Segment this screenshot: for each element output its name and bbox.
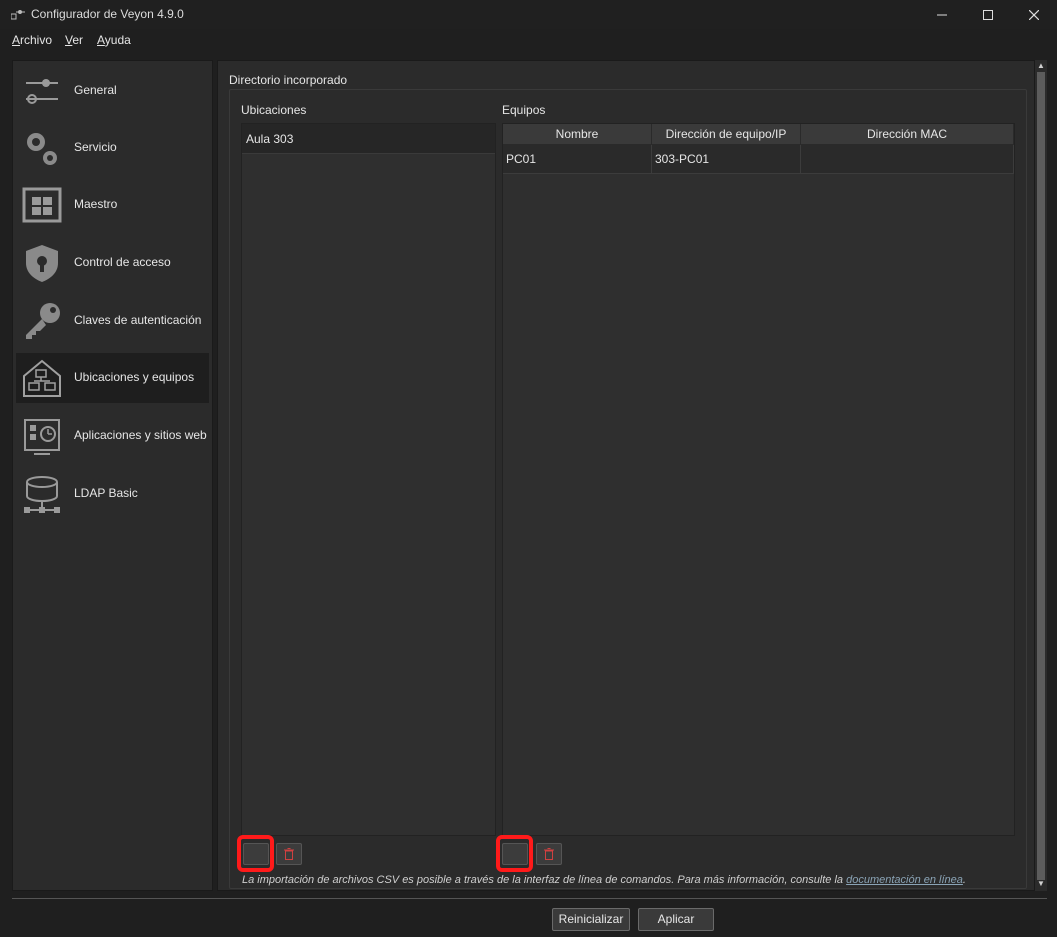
trash-icon	[544, 848, 554, 860]
documentation-link[interactable]: documentación en línea	[846, 874, 963, 886]
sidebar-item-claves[interactable]: Claves de autenticación	[16, 296, 209, 346]
vertical-scrollbar[interactable]: ▲ ▼	[1035, 60, 1047, 891]
sidebar-item-label: Control de acceso	[74, 255, 171, 269]
menu-ayuda-accel: A	[97, 33, 105, 47]
grid-window-icon	[22, 187, 62, 223]
sidebar-item-label: Ubicaciones y equipos	[74, 370, 195, 384]
menu-bar: Archivo Ver Ayuda	[0, 29, 1057, 53]
menu-ver[interactable]: Ver	[65, 33, 83, 47]
highlight-marker	[496, 835, 533, 872]
key-icon	[26, 303, 60, 339]
highlight-marker	[237, 835, 274, 872]
column-header-direccion-mac[interactable]: Dirección MAC	[801, 124, 1014, 145]
sidebar-item-control-acceso[interactable]: Control de acceso	[16, 238, 209, 288]
gears-icon	[27, 133, 57, 165]
menu-archivo-rest: rchivo	[20, 33, 53, 47]
column-header-direccion-ip[interactable]: Dirección de equipo/IP	[652, 124, 801, 145]
csv-import-note: La importación de archivos CSV es posibl…	[242, 874, 966, 886]
sidebar-item-label: Servicio	[74, 140, 117, 154]
locations-list[interactable]: Aula 303	[241, 123, 496, 836]
sliders-icon	[26, 79, 58, 104]
computers-label: Equipos	[502, 103, 546, 117]
table-cell-nombre[interactable]: PC01	[503, 145, 652, 174]
sidebar-item-general[interactable]: General	[16, 66, 209, 116]
column-header-nombre[interactable]: Nombre	[503, 124, 652, 145]
menu-archivo-accel: A	[12, 33, 21, 47]
csv-note-end: .	[962, 874, 966, 886]
sidebar-item-label: Claves de autenticación	[74, 313, 202, 327]
house-computers-icon	[23, 359, 61, 397]
reset-button[interactable]: Reinicializar	[552, 908, 630, 931]
menu-ver-rest: er	[72, 33, 84, 47]
table-cell-direccion-ip[interactable]: 303-PC01	[652, 145, 801, 174]
divider	[12, 898, 1047, 899]
csv-note-text: La importación de archivos CSV es posibl…	[242, 874, 847, 886]
scroll-thumb[interactable]	[1037, 72, 1045, 880]
sidebar-item-ldap[interactable]: LDAP Basic	[16, 469, 209, 519]
window-title: Configurador de Veyon 4.9.0	[31, 7, 184, 21]
menu-archivo[interactable]: Archivo	[12, 33, 52, 47]
computers-table[interactable]: Nombre Dirección de equipo/IP Dirección …	[502, 123, 1015, 836]
title-bar: Configurador de Veyon 4.9.0	[0, 0, 1057, 29]
maximize-icon[interactable]	[965, 0, 1011, 29]
sidebar-item-label: Maestro	[74, 197, 118, 211]
shield-lock-icon	[26, 245, 58, 282]
sidebar-item-aplicaciones[interactable]: Aplicaciones y sitios web	[16, 411, 209, 461]
sidebar: General Servicio Maestro Control de acce…	[12, 60, 213, 891]
remove-location-button[interactable]	[276, 843, 302, 865]
database-network-icon	[24, 476, 60, 513]
trash-icon	[284, 848, 294, 860]
minimize-icon[interactable]	[919, 0, 965, 29]
list-item[interactable]: Aula 303	[242, 124, 495, 154]
sidebar-item-maestro[interactable]: Maestro	[16, 180, 209, 230]
menu-ayuda-rest: yuda	[104, 33, 131, 47]
locations-label: Ubicaciones	[241, 103, 307, 117]
apply-button[interactable]: Aplicar	[638, 908, 714, 931]
scroll-up-icon[interactable]: ▲	[1035, 61, 1047, 71]
close-icon[interactable]	[1011, 0, 1057, 29]
menu-ayuda[interactable]: Ayuda	[97, 33, 131, 47]
scroll-down-icon[interactable]: ▼	[1035, 879, 1047, 889]
group-title: Directorio incorporado	[229, 73, 348, 87]
sidebar-item-label: LDAP Basic	[74, 486, 138, 500]
apps-clock-icon	[24, 419, 60, 455]
sidebar-item-ubicaciones[interactable]: Ubicaciones y equipos	[16, 353, 209, 403]
remove-computer-button[interactable]	[536, 843, 562, 865]
table-cell-direccion-mac[interactable]	[801, 145, 1014, 174]
location-name: Aula 303	[246, 132, 294, 146]
sidebar-item-label: Aplicaciones y sitios web	[74, 428, 207, 442]
app-icon	[11, 10, 25, 20]
sidebar-item-label: General	[74, 83, 117, 97]
sidebar-item-servicio[interactable]: Servicio	[16, 123, 209, 173]
